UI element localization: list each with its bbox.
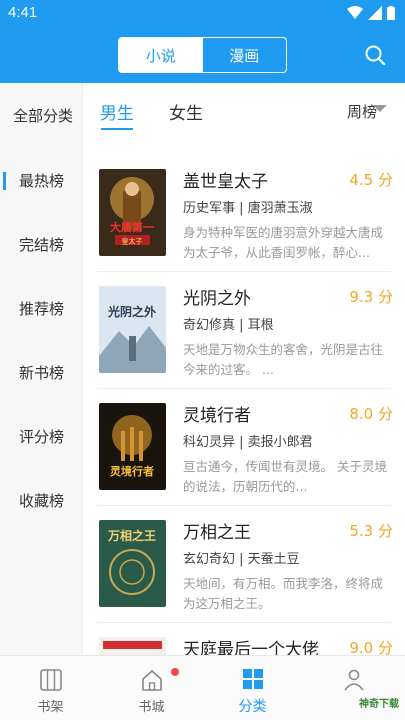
sidebar-item-new-books[interactable]: 新书榜 bbox=[0, 362, 83, 383]
book-cover[interactable]: 光阴之外 bbox=[99, 286, 166, 373]
book-title[interactable]: 万相之王 bbox=[183, 518, 251, 543]
book-title[interactable]: 灵境行者 bbox=[183, 401, 251, 426]
status-time: 4:41 bbox=[8, 4, 38, 21]
meta-separator: | bbox=[235, 552, 248, 567]
wifi-icon bbox=[347, 6, 363, 19]
book-meta: 科幻灵异 | 卖报小郎君 bbox=[183, 431, 313, 450]
tab-male[interactable]: 男生 bbox=[100, 99, 134, 124]
nav-bookshelf[interactable]: 书架 bbox=[0, 656, 101, 720]
book-genre: 科幻灵异 bbox=[183, 435, 236, 450]
signal-icon bbox=[368, 6, 382, 20]
book-item[interactable]: 灵境行者 灵境行者 8.0 分 科幻灵异 | 卖报小郎君 亘古通今，传闻世有灵境… bbox=[83, 389, 405, 506]
category-icon bbox=[243, 669, 263, 689]
book-item[interactable]: 光阴之外 光阴之外 9.3 分 奇幻修真 | 耳根 天地是万物众生的客舍，光阴是… bbox=[83, 272, 405, 389]
tab-underline bbox=[101, 128, 133, 130]
app-header: 4:41 小说 漫画 bbox=[0, 0, 405, 83]
book-author: 卖报小郎君 bbox=[247, 435, 313, 450]
content-type-switch: 小说 漫画 bbox=[118, 37, 287, 73]
search-icon[interactable] bbox=[364, 44, 386, 66]
home-icon bbox=[142, 670, 162, 691]
book-cover[interactable]: 天庭最后一个大佬 bbox=[99, 637, 166, 655]
book-meta: 奇幻修真 | 耳根 bbox=[183, 314, 274, 333]
nav-profile[interactable] bbox=[303, 656, 404, 720]
tab-novel[interactable]: 小说 bbox=[119, 38, 203, 72]
sidebar-item-completed[interactable]: 完结榜 bbox=[0, 234, 83, 255]
book-description: 天地间，有万相。而我李洛，终将成为这万相之王。 bbox=[183, 576, 384, 611]
book-score: 9.3 分 bbox=[349, 288, 393, 306]
meta-separator: | bbox=[235, 435, 248, 450]
nav-label: 分类 bbox=[238, 699, 267, 715]
tab-female[interactable]: 女生 bbox=[169, 99, 203, 124]
svg-text:大唐第一: 大唐第一 bbox=[110, 220, 154, 234]
book-score: 5.3 分 bbox=[349, 522, 393, 540]
nav-bookstore[interactable]: 书城 bbox=[101, 656, 202, 720]
book-genre: 玄幻奇幻 bbox=[183, 552, 236, 567]
book-description: 天地是万物众生的客舍，光阴是古往今来的过客。 ... bbox=[183, 342, 384, 377]
book-genre: 历史军事 bbox=[183, 201, 236, 216]
book-author: 耳根 bbox=[247, 318, 274, 333]
book-cover[interactable]: 万相之王 bbox=[99, 520, 166, 607]
book-cover[interactable]: 大唐第一 皇太子 bbox=[99, 169, 166, 256]
svg-text:光阴之外: 光阴之外 bbox=[107, 304, 156, 319]
book-description: 亘古通今，传闻世有灵境。 关于灵境的说法，历朝历代的... bbox=[183, 459, 387, 494]
book-item[interactable]: 大唐第一 皇太子 盖世皇太子 4.5 分 历史军事 | 唐羽萧玉淑 身为特种军医… bbox=[83, 155, 405, 272]
svg-text:万相之王: 万相之王 bbox=[107, 528, 156, 543]
notification-badge bbox=[171, 668, 179, 676]
book-list: 大唐第一 皇太子 盖世皇太子 4.5 分 历史军事 | 唐羽萧玉淑 身为特种军医… bbox=[83, 155, 405, 655]
ranking-sidebar: 全部分类 最热榜 完结榜 推荐榜 新书榜 评分榜 收藏榜 bbox=[0, 83, 83, 655]
book-author: 唐羽萧玉淑 bbox=[247, 201, 313, 216]
book-meta: 玄幻奇幻 | 天蚕土豆 bbox=[183, 548, 300, 567]
bookshelf-icon bbox=[40, 669, 62, 691]
meta-separator: | bbox=[235, 201, 248, 216]
tab-comic[interactable]: 漫画 bbox=[203, 38, 287, 72]
book-description: 身为特种军医的唐羽意外穿越大唐成为太子爷，从此香闺罗帐，醉心... bbox=[183, 225, 384, 260]
book-item[interactable]: 万相之王 万相之王 5.3 分 玄幻奇幻 | 天蚕土豆 天地间，有万相。而我李洛… bbox=[83, 506, 405, 623]
book-title[interactable]: 盖世皇太子 bbox=[183, 167, 268, 192]
sidebar-item-all-categories[interactable]: 全部分类 bbox=[4, 105, 82, 126]
sidebar-item-favorites[interactable]: 收藏榜 bbox=[0, 490, 83, 511]
book-score: 8.0 分 bbox=[349, 405, 393, 423]
book-cover[interactable]: 灵境行者 bbox=[99, 403, 166, 490]
book-title[interactable]: 天庭最后一个大佬 bbox=[183, 635, 319, 655]
battery-icon bbox=[387, 6, 395, 20]
book-item[interactable]: 天庭最后一个大佬 天庭最后一个大佬 9.0 分 bbox=[83, 623, 405, 655]
nav-category[interactable]: 分类 bbox=[202, 656, 303, 720]
book-meta: 历史军事 | 唐羽萧玉淑 bbox=[183, 197, 313, 216]
book-score: 9.0 分 bbox=[349, 639, 393, 655]
nav-label: 书架 bbox=[37, 700, 64, 715]
profile-icon bbox=[344, 669, 364, 691]
watermark: 神奇下载 bbox=[359, 699, 399, 710]
meta-separator: | bbox=[235, 318, 248, 333]
sidebar-item-hottest[interactable]: 最热榜 bbox=[0, 170, 83, 191]
svg-text:灵境行者: 灵境行者 bbox=[110, 464, 154, 478]
book-title[interactable]: 光阴之外 bbox=[183, 284, 251, 309]
status-icons bbox=[347, 6, 395, 20]
book-score: 4.5 分 bbox=[349, 171, 393, 189]
chevron-down-icon[interactable] bbox=[373, 105, 387, 112]
sidebar-item-rating[interactable]: 评分榜 bbox=[0, 426, 83, 447]
sidebar-item-recommended[interactable]: 推荐榜 bbox=[0, 298, 83, 319]
status-bar: 4:41 bbox=[0, 0, 405, 28]
svg-text:皇太子: 皇太子 bbox=[122, 237, 143, 246]
nav-label: 书城 bbox=[138, 700, 165, 715]
bottom-nav: 书架 书城 分类 bbox=[0, 655, 405, 720]
book-author: 天蚕土豆 bbox=[247, 552, 300, 567]
filter-bar: 男生 女生 周榜 bbox=[83, 83, 405, 133]
book-genre: 奇幻修真 bbox=[183, 318, 236, 333]
